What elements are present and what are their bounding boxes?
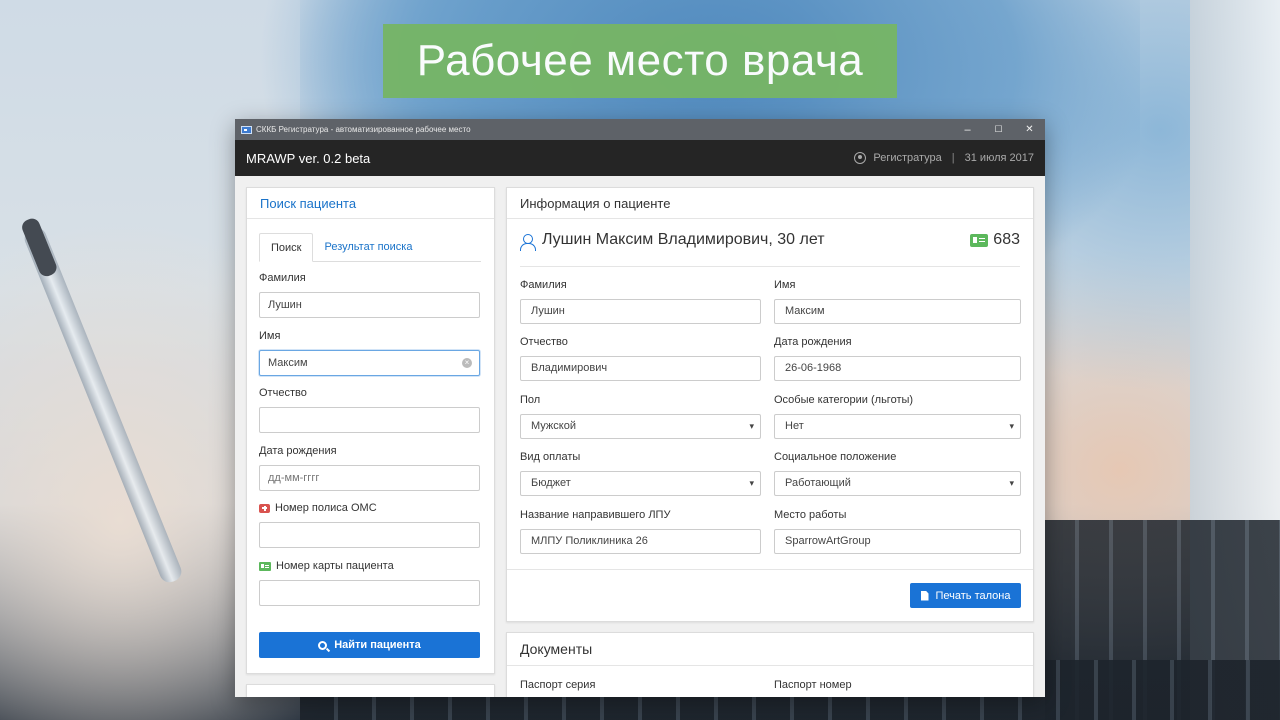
passport-number-label: Паспорт номер [774, 679, 852, 691]
p-referrer-input[interactable]: МЛПУ Поликлиника 26 [520, 529, 761, 554]
last-name-label: Фамилия [259, 272, 306, 284]
document-icon [920, 590, 929, 601]
card-label-text: Номер карты пациента [276, 560, 394, 572]
p-social-select[interactable]: Работающий [774, 471, 1021, 496]
p-birth-date-label: Дата рождения [774, 336, 852, 348]
card-number-input[interactable] [259, 580, 480, 606]
last-name-input[interactable]: Лушин [259, 292, 480, 318]
main-content: Поиск пациента Поиск Результат поиска Фа… [235, 176, 1045, 697]
first-name-input[interactable]: Максим × [259, 350, 480, 376]
clear-icon[interactable]: × [462, 358, 472, 368]
policy-label: Номер полиса ОМС [259, 502, 377, 514]
patient-search-panel: Поиск пациента Поиск Результат поиска Фа… [246, 187, 495, 674]
birth-date-label: Дата рождения [259, 445, 337, 457]
window-title: СККБ Регистратура - автоматизированное р… [256, 125, 471, 134]
user-icon [854, 152, 867, 164]
p-payment-select[interactable]: Бюджет [520, 471, 761, 496]
app-window: СККБ Регистратура - автоматизированное р… [235, 119, 1045, 697]
first-name-value: Максим [268, 357, 308, 369]
p-referrer-label: Название направившего ЛПУ [520, 509, 671, 521]
p-category-select[interactable]: Нет [774, 414, 1021, 439]
search-panel-title: Поиск пациента [247, 188, 494, 219]
p-last-name-label: Фамилия [520, 279, 567, 291]
p-category-label: Особые категории (льготы) [774, 394, 914, 406]
app-header: MRAWP ver. 0.2 beta Регистратура | 31 ию… [235, 140, 1045, 176]
birth-date-placeholder: дд-мм-гггг [268, 472, 320, 484]
p-sex-select[interactable]: Мужской [520, 414, 761, 439]
p-patronymic-input[interactable]: Владимирович [520, 356, 761, 381]
p-last-name-input[interactable]: Лушин [520, 299, 761, 324]
p-workplace-label: Место работы [774, 509, 847, 521]
find-patient-label: Найти пациента [334, 639, 421, 651]
id-card-icon [970, 233, 989, 247]
tab-search-results[interactable]: Результат поиска [313, 233, 423, 262]
p-social-label: Социальное положение [774, 451, 897, 463]
search-icon [318, 640, 328, 650]
p-first-name-label: Имя [774, 279, 796, 291]
policy-input[interactable] [259, 522, 480, 548]
panel-divider [507, 569, 1033, 570]
birth-date-input[interactable]: дд-мм-гггг [259, 465, 480, 491]
print-ticket-button[interactable]: Печать талона [910, 583, 1021, 608]
p-patronymic-label: Отчество [520, 336, 568, 348]
hero-title: Рабочее место врача [383, 24, 897, 98]
first-name-label: Имя [259, 330, 281, 342]
patient-card-badge: 683 [970, 231, 1020, 249]
patronymic-input[interactable] [259, 407, 480, 433]
patient-info-title: Информация о пациенте [507, 188, 1033, 219]
p-payment-label: Вид оплаты [520, 451, 581, 463]
window-titlebar[interactable]: СККБ Регистратура - автоматизированное р… [235, 119, 1045, 140]
patient-info-panel: Информация о пациенте Лушин Максим Влади… [506, 187, 1034, 622]
passport-series-label: Паспорт серия [520, 679, 596, 691]
header-separator: | [951, 152, 955, 164]
find-patient-button[interactable]: Найти пациента [259, 632, 480, 658]
tab-search[interactable]: Поиск [259, 233, 314, 262]
documents-panel: Документы Паспорт серия Паспорт номер [506, 632, 1034, 697]
documents-title: Документы [507, 633, 1033, 666]
app-name: MRAWP ver. 0.2 beta [246, 150, 371, 166]
patient-card-number: 683 [993, 231, 1020, 248]
card-label: Номер карты пациента [259, 560, 394, 572]
id-card-icon [259, 561, 271, 571]
print-ticket-label: Печать талона [935, 589, 1011, 602]
medical-kit-icon [259, 503, 270, 513]
maximize-button[interactable]: ☐ [983, 119, 1014, 140]
user-role[interactable]: Регистратура [873, 152, 941, 164]
app-icon [241, 125, 252, 134]
p-sex-label: Пол [520, 394, 541, 406]
p-first-name-input[interactable]: Максим [774, 299, 1021, 324]
current-date: 31 июля 2017 [964, 152, 1034, 164]
minimize-button[interactable]: – [952, 119, 983, 140]
p-birth-date-input[interactable]: 26-06-1968 [774, 356, 1021, 381]
patronymic-label: Отчество [259, 387, 307, 399]
patient-full-name: Лушин Максим Владимирович, 30 лет [542, 231, 825, 248]
search-tabs: Поиск Результат поиска [259, 233, 481, 262]
policy-label-text: Номер полиса ОМС [275, 502, 377, 514]
secondary-panel [246, 684, 495, 697]
patient-summary: Лушин Максим Владимирович, 30 лет 683 [520, 231, 1020, 267]
background-pen [21, 224, 185, 586]
person-icon [520, 234, 536, 251]
p-workplace-input[interactable]: SparrowArtGroup [774, 529, 1021, 554]
close-button[interactable]: ✕ [1014, 119, 1045, 140]
